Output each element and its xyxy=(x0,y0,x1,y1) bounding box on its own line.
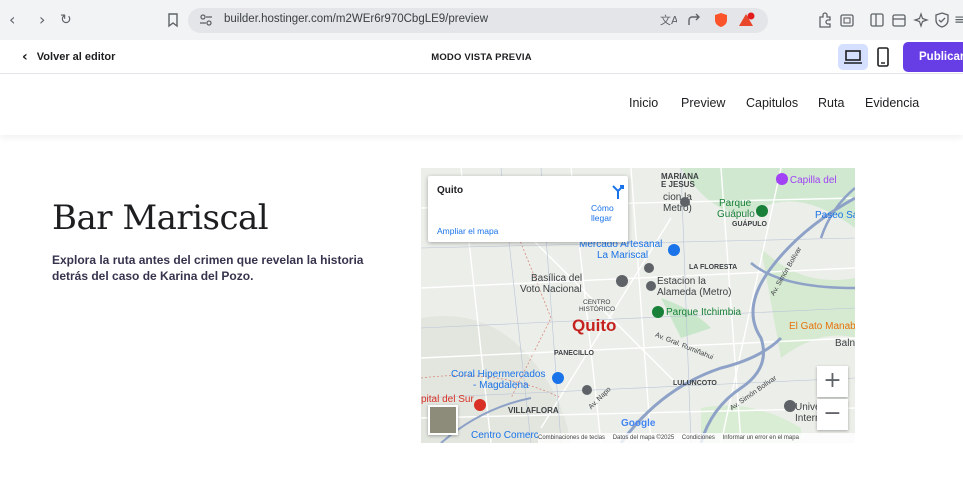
map-label-coral-1: Coral Hipermercados xyxy=(451,369,546,380)
map-place-title: Quito xyxy=(437,185,464,196)
map-label-villaflora: VILLAFLORA xyxy=(508,406,559,415)
metro-alameda-pin-icon[interactable] xyxy=(645,280,657,292)
reload-icon[interactable]: ↻ xyxy=(60,11,72,29)
map-label-baln: Baln xyxy=(835,338,855,349)
map-label-itchimbia: Parque Itchimbia xyxy=(666,307,742,318)
map-city-label: Quito xyxy=(572,316,617,335)
coral-pin-icon[interactable] xyxy=(551,371,565,385)
nav-link-capitulos[interactable]: Capitulos xyxy=(746,96,798,110)
map-label-basilica-1: Basílica del xyxy=(531,273,583,284)
zoom-in-button[interactable]: + xyxy=(817,366,848,397)
leo-ai-icon[interactable] xyxy=(912,11,930,29)
map-label-parque-guapulo-1: Parque xyxy=(719,198,752,209)
sidebar-icon[interactable] xyxy=(868,11,886,29)
map-label-gato: El Gato Manab xyxy=(789,321,855,332)
map-data-label: Datos del mapa ©2025 xyxy=(612,435,675,441)
map-label-guapulo: GUÁPULO xyxy=(732,221,767,228)
google-logo-text: Google xyxy=(621,418,656,429)
map-label-de-jesus: E JESUS xyxy=(661,180,695,189)
keyboard-shortcuts-link[interactable]: Combinaciones de teclas xyxy=(538,435,605,441)
preview-mode-label: MODO VISTA PREVIA xyxy=(431,52,532,63)
back-arrow-icon[interactable]: ‹ xyxy=(9,11,15,29)
church-pin-icon[interactable] xyxy=(775,172,789,186)
forward-arrow-icon[interactable]: › xyxy=(39,11,45,29)
directions-icon[interactable] xyxy=(610,183,626,201)
place-pin-icon[interactable] xyxy=(581,384,593,396)
preview-toolbar: ‹ Volver al editor MODO VISTA PREVIA xyxy=(0,40,963,74)
nav-link-ruta[interactable]: Ruta xyxy=(818,96,844,110)
terms-link[interactable]: Condiciones xyxy=(682,435,715,441)
map-label-parque-guapulo-2: Guápulo xyxy=(717,209,755,220)
nav-link-inicio[interactable]: Inicio xyxy=(629,96,658,110)
map-label-basilica-2: Voto Nacional xyxy=(520,284,582,295)
map-label-floresta: LA FLORESTA xyxy=(689,264,738,271)
vpn-icon[interactable] xyxy=(933,11,951,29)
brave-rewards-icon[interactable] xyxy=(737,11,755,29)
tab-icon[interactable] xyxy=(890,11,908,29)
site-info-icon[interactable] xyxy=(198,12,214,28)
map-label-coral-2: - Magdalena xyxy=(473,380,529,391)
map-label-estacion-alameda-2: Alameda (Metro) xyxy=(657,287,732,298)
metro-top-pin-icon[interactable] xyxy=(679,196,691,208)
report-error-link[interactable]: Informar un error en el mapa xyxy=(723,435,799,441)
nav-link-preview[interactable]: Preview xyxy=(681,96,725,110)
map-label-centro-comercial: Centro Comerc xyxy=(471,430,539,441)
translate-icon[interactable]: 文A xyxy=(659,11,677,29)
wallet-icon[interactable] xyxy=(838,11,856,29)
map-label-mercado-2: La Mariscal xyxy=(597,250,649,261)
satellite-toggle-button[interactable] xyxy=(428,405,458,435)
nav-link-evidencia[interactable]: Evidencia xyxy=(865,96,919,110)
map-label-centro-hist-2: HISTÓRICO xyxy=(579,306,616,313)
map-place-card: Quito Cómo llegar Ampliar el mapa xyxy=(428,176,628,242)
hospital-pin-icon[interactable] xyxy=(473,398,487,412)
brave-shield-icon[interactable] xyxy=(712,11,730,29)
metro-pin-icon[interactable] xyxy=(643,262,655,274)
map-label-paseo: Paseo Sa xyxy=(815,210,855,221)
google-logo: Google xyxy=(621,418,655,429)
shopping-pin-icon[interactable] xyxy=(667,243,681,257)
map-label-hospital-1: pital del Sur xyxy=(421,394,474,405)
hero-title: Bar Mariscal xyxy=(52,198,269,238)
itchimbia-pin-icon[interactable] xyxy=(651,305,665,319)
map-label-centro-hist-1: CENTRO xyxy=(583,299,611,306)
bookmark-icon[interactable] xyxy=(166,12,180,28)
url-text[interactable]: builder.hostinger.com/m2WEr6r970CbgLE9/p… xyxy=(224,13,488,25)
map-label-panecillo: PANECILLO xyxy=(554,350,594,357)
extensions-icon[interactable] xyxy=(816,11,834,29)
share-icon[interactable] xyxy=(685,11,703,29)
publish-button[interactable]: Publicar xyxy=(903,42,963,72)
desktop-icon xyxy=(844,50,862,64)
desktop-view-button[interactable] xyxy=(838,44,868,70)
mobile-view-icon[interactable] xyxy=(876,47,890,67)
park-pin-icon[interactable] xyxy=(755,204,769,218)
map-label-lulun: LULUNCOTO xyxy=(673,380,717,387)
svg-text:文A: 文A xyxy=(660,13,677,27)
hero-subtitle: Explora la ruta antes del crimen que rev… xyxy=(52,253,364,283)
directions-link[interactable]: Cómo llegar xyxy=(591,203,628,223)
menu-icon[interactable]: ≡ xyxy=(954,11,963,29)
university-pin-icon[interactable] xyxy=(783,399,797,413)
landmark-pin-icon[interactable] xyxy=(615,274,629,288)
map-footer: Combinaciones de teclas Datos del mapa ©… xyxy=(538,433,855,443)
embedded-map[interactable]: MARIANA E JESUS cion la Metro) La Capill… xyxy=(421,168,855,443)
expand-map-link[interactable]: Ampliar el mapa xyxy=(437,226,498,236)
zoom-out-button[interactable]: − xyxy=(817,399,848,430)
map-label-estacion-alameda-1: Estacion la xyxy=(657,276,706,287)
